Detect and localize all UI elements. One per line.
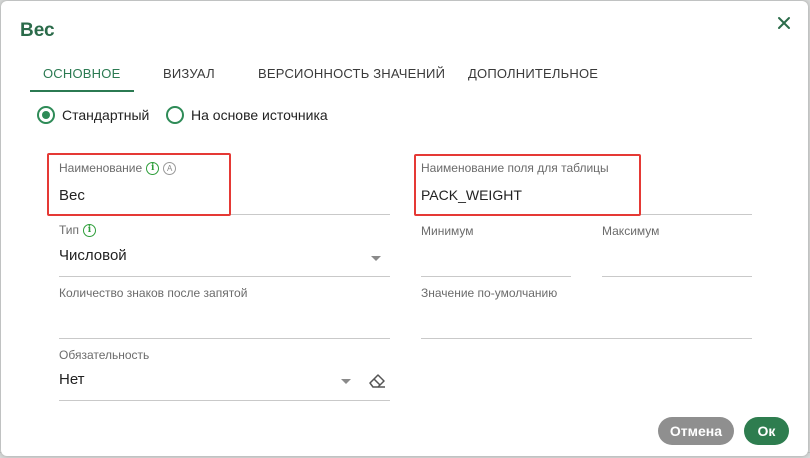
- min-field-label: Минимум: [421, 224, 474, 238]
- type-field-label: Тип i: [59, 223, 97, 237]
- type-label-text: Тип: [59, 223, 80, 237]
- dialog-title: Вес: [20, 20, 55, 41]
- dialog: Вес ОСНОВНОЕ ВИЗУАЛ ВЕРСИОННОСТЬ ЗНАЧЕНИ…: [1, 1, 808, 456]
- ok-button[interactable]: Ок: [744, 417, 789, 445]
- required-field-underline: [59, 400, 390, 401]
- decimals-field-underline: [59, 338, 390, 339]
- eraser-svg: [369, 374, 385, 388]
- radio-checked-icon: [37, 106, 55, 124]
- radio-source-based-label: На основе источника: [191, 107, 328, 123]
- decimals-field-label: Количество знаков после запятой: [59, 286, 248, 300]
- required-field-label: Обязательность: [59, 348, 150, 362]
- active-tab-indicator: [30, 90, 134, 92]
- tab-additional[interactable]: ДОПОЛНИТЕЛЬНОЕ: [468, 66, 598, 81]
- max-field-underline: [602, 276, 752, 277]
- tab-basic[interactable]: ОСНОВНОЕ: [43, 66, 120, 81]
- default-value-underline: [421, 338, 752, 339]
- close-icon: [778, 17, 790, 29]
- type-select[interactable]: Числовой: [59, 247, 127, 264]
- default-value-label: Значение по-умолчанию: [421, 286, 558, 300]
- radio-source-based[interactable]: На основе источника: [166, 105, 328, 125]
- radio-standard-label: Стандартный: [62, 107, 150, 123]
- chevron-down-icon[interactable]: [371, 256, 381, 261]
- highlight-box-table-field: [414, 154, 641, 216]
- eraser-icon[interactable]: [367, 370, 387, 390]
- highlight-box-name: [47, 153, 231, 216]
- max-field-label: Максимум: [602, 224, 660, 238]
- radio-standard[interactable]: Стандартный: [37, 105, 149, 125]
- tab-value-versioning[interactable]: ВЕРСИОННОСТЬ ЗНАЧЕНИЙ: [258, 66, 445, 81]
- radio-unchecked-icon: [166, 106, 184, 124]
- info-icon[interactable]: i: [83, 223, 97, 237]
- min-field-underline: [421, 276, 571, 277]
- chevron-down-icon[interactable]: [341, 379, 351, 384]
- required-select[interactable]: Нет: [59, 371, 85, 388]
- close-button[interactable]: [774, 13, 794, 33]
- type-field-underline: [59, 276, 390, 277]
- tab-visual[interactable]: ВИЗУАЛ: [163, 66, 215, 81]
- cancel-button[interactable]: Отмена: [658, 417, 734, 445]
